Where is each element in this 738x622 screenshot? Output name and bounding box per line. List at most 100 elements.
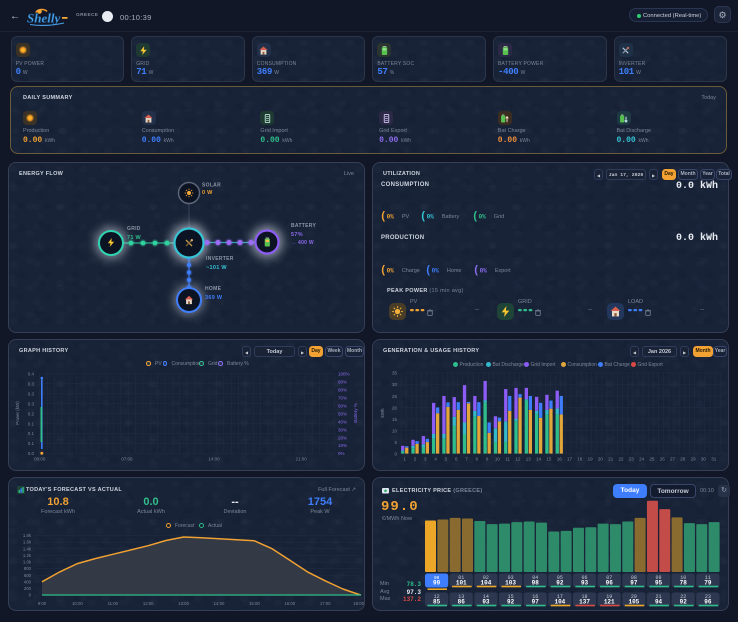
svg-text:104: 104 [554,599,565,606]
svg-text:25: 25 [649,457,655,462]
svg-text:97: 97 [532,599,540,606]
svg-text:30: 30 [701,457,707,462]
svg-text:35: 35 [392,371,398,376]
svg-text:1.0k: 1.0k [23,560,32,565]
svg-text:57%: 57% [291,232,303,238]
svg-text:400: 400 [24,579,32,584]
svg-text:26: 26 [660,457,666,462]
svg-text:85: 85 [433,599,441,606]
svg-text:11:00: 11:00 [108,601,119,606]
svg-text:31: 31 [711,457,717,462]
svg-text:0%: 0% [338,451,345,456]
svg-text:15:00: 15:00 [249,601,260,606]
svg-text:00:00: 00:00 [34,457,46,462]
svg-text:92: 92 [556,580,564,587]
svg-text:12: 12 [515,457,521,462]
svg-text:9:00: 9:00 [38,601,47,606]
svg-text:10: 10 [495,457,501,462]
svg-text:19: 19 [588,457,594,462]
svg-text:1: 1 [403,457,406,462]
svg-text:20: 20 [392,405,398,410]
svg-text:2: 2 [414,457,417,462]
svg-text:92: 92 [680,599,688,606]
svg-text:29: 29 [691,457,697,462]
svg-text:600: 600 [24,573,32,578]
svg-text:→ 400 W: → 400 W [291,240,314,246]
svg-text:369 W: 369 W [205,295,223,301]
svg-text:80%: 80% [338,387,347,392]
svg-text:15: 15 [392,417,398,422]
svg-text:40%: 40% [338,419,347,424]
svg-text:0.3: 0.3 [28,382,35,387]
svg-text:Battery %: Battery % [353,403,358,423]
svg-text:90%: 90% [338,379,347,384]
svg-text:50%: 50% [338,411,347,416]
svg-text:137: 137 [579,599,590,606]
svg-text:10%: 10% [338,443,347,448]
svg-text:9: 9 [486,457,489,462]
svg-text:93: 93 [482,599,490,606]
svg-text:78: 78 [680,580,688,587]
svg-text:20: 20 [598,457,604,462]
svg-text:25: 25 [392,394,398,399]
svg-text:0 W: 0 W [202,190,213,196]
svg-text:18: 18 [577,457,583,462]
svg-text:15: 15 [546,457,552,462]
svg-text:79: 79 [704,580,712,587]
svg-text:14:00: 14:00 [214,601,225,606]
svg-text:96: 96 [704,599,712,606]
svg-text:0.1: 0.1 [28,431,35,436]
svg-text:12:00: 12:00 [143,601,154,606]
svg-text:20%: 20% [338,435,347,440]
svg-text:07:00: 07:00 [121,457,133,462]
svg-text:0: 0 [29,593,32,598]
svg-text:103: 103 [505,580,516,587]
svg-text:14: 14 [536,457,542,462]
svg-text:800: 800 [24,566,32,571]
svg-text:0.3: 0.3 [28,401,35,406]
svg-text:7: 7 [465,457,468,462]
svg-text:0.2: 0.2 [28,411,35,416]
svg-text:Shelly: Shelly [27,11,60,26]
svg-text:17: 17 [567,457,573,462]
svg-text:BATTERY: BATTERY [291,223,317,229]
svg-text:1.2k: 1.2k [23,553,32,558]
svg-text:10:00: 10:00 [72,601,83,606]
svg-text:21: 21 [608,457,614,462]
svg-text:14:00: 14:00 [208,457,220,462]
svg-text:16:00: 16:00 [284,601,295,606]
svg-text:28: 28 [680,457,686,462]
svg-text:0: 0 [394,451,397,456]
svg-text:Power (kW): Power (kW) [15,401,20,425]
svg-text:30%: 30% [338,427,347,432]
svg-text:1.6k: 1.6k [23,540,32,545]
svg-text:98: 98 [532,580,540,587]
svg-text:200: 200 [24,586,32,591]
svg-text:0.1: 0.1 [28,441,35,446]
svg-text:96: 96 [606,580,614,587]
svg-text:INVERTER: INVERTER [206,256,234,262]
svg-text:18:00: 18:00 [353,601,364,606]
svg-text:GRID: GRID [127,226,141,232]
svg-text:95: 95 [655,580,663,587]
svg-text:0.0: 0.0 [28,451,35,456]
svg-text:0.4: 0.4 [28,372,35,377]
svg-text:94: 94 [655,599,663,606]
svg-text:1.4k: 1.4k [23,546,32,551]
svg-text:21:00: 21:00 [295,457,307,462]
svg-text:60%: 60% [338,403,347,408]
svg-text:104: 104 [481,580,492,587]
svg-text:100%: 100% [338,372,350,377]
svg-text:24: 24 [639,457,645,462]
svg-text:30: 30 [392,382,398,387]
svg-text:SOLAR: SOLAR [202,183,221,189]
svg-text:4: 4 [434,457,437,462]
svg-text:71 W: 71 W [127,235,142,241]
svg-text:13: 13 [526,457,532,462]
svg-text:27: 27 [670,457,676,462]
svg-text:93: 93 [581,580,589,587]
svg-text:0.3: 0.3 [28,391,35,396]
svg-text:3: 3 [424,457,427,462]
svg-text:6: 6 [455,457,458,462]
svg-text:99: 99 [433,580,441,587]
